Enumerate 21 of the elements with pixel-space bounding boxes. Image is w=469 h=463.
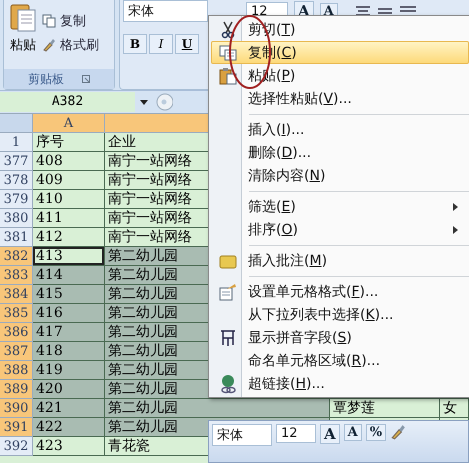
table-cell: 418 [33, 342, 105, 361]
table-cell: 421 [33, 399, 105, 418]
table-cell: 序号 [33, 133, 105, 152]
table-cell: 女 [440, 399, 469, 418]
table-cell: 416 [33, 304, 105, 323]
table-cell: 414 [33, 266, 105, 285]
table-cell: 410 [33, 190, 105, 209]
table-cell: 第二幼儿园 [105, 399, 330, 418]
table-cell: 409 [33, 171, 105, 190]
table-cell: 412 [33, 228, 105, 247]
group-label: 剪贴板 [28, 70, 64, 88]
table-cell: 411 [33, 209, 105, 228]
table-cell: 覃梦莲 [330, 399, 440, 418]
table-cell: 422 [33, 418, 105, 437]
table-cell: 419 [33, 361, 105, 380]
table-cell: 420 [33, 380, 105, 399]
table-cell: 408 [33, 152, 105, 171]
table-cell: 415 [33, 285, 105, 304]
table-cell: 413 [33, 247, 105, 266]
table-cell: 423 [33, 437, 105, 456]
table-cell: 417 [33, 323, 105, 342]
